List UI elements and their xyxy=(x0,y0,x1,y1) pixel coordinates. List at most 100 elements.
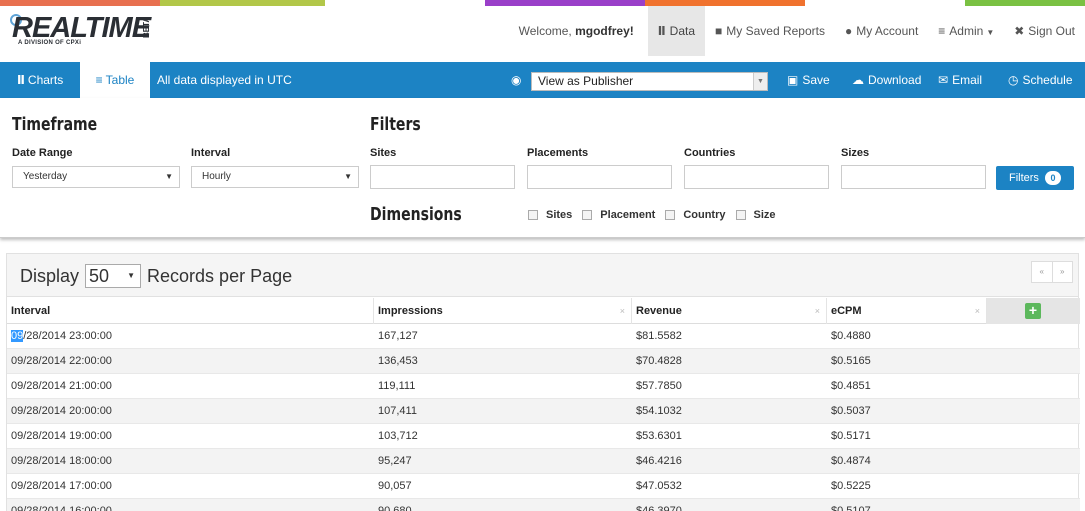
column-header-revenue[interactable]: Revenue × xyxy=(632,298,827,324)
view-as-value: View as Publisher xyxy=(538,74,634,88)
country-checkbox[interactable] xyxy=(665,210,676,220)
revenue-cell: $47.0532 xyxy=(636,480,682,492)
placement-checkbox-label: Placement xyxy=(600,209,656,221)
interval-cell: 09/28/2014 16:00:00 xyxy=(11,505,112,511)
welcome-prefix: Welcome, xyxy=(518,24,576,38)
size-checkbox-label: Size xyxy=(753,209,776,221)
column-header-impressions-label: Impressions xyxy=(378,305,443,317)
column-header-interval[interactable]: Interval xyxy=(7,298,374,324)
column-header-impressions[interactable]: Impressions × xyxy=(374,298,632,324)
add-column-button[interactable]: + xyxy=(1025,303,1041,319)
schedule-label: Schedule xyxy=(1022,73,1073,87)
size-checkbox[interactable] xyxy=(735,210,746,220)
logo-beta: BETA xyxy=(142,16,151,38)
countries-filter-input[interactable] xyxy=(684,165,829,189)
table-header: Interval Impressions × Revenue × eCPM × + xyxy=(7,298,1080,324)
nav-sign-out-label: Sign Out xyxy=(1028,24,1075,38)
nav-saved-reports[interactable]: ■ My Saved Reports xyxy=(705,6,835,56)
sizes-label: Sizes xyxy=(841,147,870,159)
records-header: Display 50 ▼ Records per Page « » xyxy=(7,254,1078,297)
column-header-ecpm[interactable]: eCPM × xyxy=(827,298,987,324)
interval-cell: 09/28/2014 17:00:00 xyxy=(11,480,112,492)
placements-filter-input[interactable] xyxy=(527,165,672,189)
top-navbar: REALTIME BETA A DIVISION OF CPXi Welcome… xyxy=(0,6,1085,56)
impressions-cell: 119,111 xyxy=(378,380,416,392)
view-as-select[interactable]: View as Publisher ▼ xyxy=(531,72,768,91)
nav-my-account[interactable]: ● My Account xyxy=(835,6,928,56)
ecpm-cell: $0.5165 xyxy=(831,355,871,367)
filters-button-label: Filters xyxy=(1008,172,1039,184)
revenue-cell: $46.4216 xyxy=(636,455,682,467)
tab-charts-label: Charts xyxy=(27,73,64,87)
clock-icon: ◷ xyxy=(1008,73,1019,87)
interval-cell: 09/28/2014 22:00:00 xyxy=(11,355,112,367)
table-row: 09/28/2014 18:00:00 95,247 $46.4216 $0.4874 xyxy=(7,449,1080,474)
interval-label: Interval xyxy=(191,147,231,159)
country-checkbox-label: Country xyxy=(683,209,726,221)
data-table: Interval Impressions × Revenue × eCPM × + 0… xyxy=(7,298,1080,511)
download-button[interactable]: ☁ Download xyxy=(852,62,921,98)
impressions-cell: 95,247 xyxy=(378,455,412,467)
filters-button[interactable]: Filters 0 xyxy=(996,166,1074,190)
nav-sign-out[interactable]: ✖ Sign Out xyxy=(1004,6,1085,56)
records-per-page-control: Display 50 ▼ Records per Page xyxy=(20,264,292,288)
sites-checkbox[interactable] xyxy=(528,210,538,220)
revenue-cell: $54.1032 xyxy=(636,405,682,417)
impressions-cell: 103,712 xyxy=(378,430,418,442)
sizes-filter-input[interactable] xyxy=(841,165,986,189)
save-label: Save xyxy=(802,73,830,87)
save-button[interactable]: ▣ Save xyxy=(787,62,830,98)
dimensions-title: Dimensions xyxy=(370,204,462,225)
logo-subtitle: A DIVISION OF CPXi xyxy=(18,40,82,46)
tab-charts[interactable]: Ⅱ Charts xyxy=(17,62,63,98)
menu-icon: ≡ xyxy=(938,24,946,38)
table-row: 09/28/2014 21:00:00 119,111 $57.7850 $0.485… xyxy=(7,374,1080,399)
column-header-ecpm-label: eCPM xyxy=(831,305,862,317)
interval-cell: 09/28/2014 23:00:00 xyxy=(11,330,112,342)
records-per-page-value: 50 xyxy=(89,266,110,286)
realtime-logo[interactable]: REALTIME BETA A DIVISION OF CPXi xyxy=(10,10,170,50)
eye-icon: ◉ xyxy=(511,73,522,87)
welcome-message: Welcome, mgodfrey! xyxy=(505,6,648,56)
tab-table-label: Table xyxy=(105,73,135,87)
placements-label: Placements xyxy=(527,147,589,159)
nav-data[interactable]: Ⅱ Data xyxy=(647,6,706,56)
revenue-cell: $46.3970 xyxy=(636,505,682,511)
nav-admin-dropdown[interactable]: ≡ Admin ▼ xyxy=(928,6,1004,56)
date-range-select[interactable]: Yesterday ▼ xyxy=(12,166,180,188)
revenue-cell: $57.7850 xyxy=(636,380,682,392)
remove-column-icon[interactable]: × xyxy=(620,298,625,324)
pagination: « » xyxy=(1031,261,1073,283)
placement-checkbox[interactable] xyxy=(582,210,593,220)
schedule-button[interactable]: ◷ Schedule xyxy=(1008,62,1073,98)
caret-down-icon: ▼ xyxy=(344,172,352,181)
ecpm-cell: $0.5171 xyxy=(831,430,871,442)
sites-filter-input[interactable] xyxy=(370,165,515,189)
filters-title: Filters xyxy=(370,114,421,135)
revenue-cell: $70.4828 xyxy=(636,355,682,367)
records-per-page-select[interactable]: 50 ▼ xyxy=(85,264,142,288)
pager-next-button[interactable]: » xyxy=(1053,262,1073,282)
impressions-cell: 136,453 xyxy=(378,355,418,367)
sites-checkbox-label: Sites xyxy=(546,209,573,221)
remove-column-icon[interactable]: × xyxy=(815,298,820,324)
countries-label: Countries xyxy=(684,147,736,159)
impressions-cell: 107,411 xyxy=(378,405,417,417)
tab-table[interactable]: ≡ Table xyxy=(80,62,150,98)
pager-prev-button[interactable]: « xyxy=(1032,262,1053,282)
save-icon: ▣ xyxy=(787,73,799,87)
table-row: 09/28/2014 23:00:00 167,127 $81.5582 $0.488… xyxy=(7,324,1080,349)
nav-my-account-label: My Account xyxy=(856,24,919,38)
email-label: Email xyxy=(952,73,983,87)
remove-column-icon[interactable]: × xyxy=(975,298,980,324)
interval-select[interactable]: Hourly ▼ xyxy=(191,166,359,188)
download-label: Download xyxy=(868,73,922,87)
email-button[interactable]: ✉ Email xyxy=(938,62,982,98)
close-icon: ✖ xyxy=(1014,24,1025,38)
records-panel: Display 50 ▼ Records per Page « » Interva… xyxy=(6,253,1080,511)
interval-cell: 09/28/2014 21:00:00 xyxy=(11,380,112,392)
filters-count-badge: 0 xyxy=(1045,171,1061,185)
file-icon: ■ xyxy=(715,24,723,38)
column-header-revenue-label: Revenue xyxy=(636,305,682,317)
column-header-interval-label: Interval xyxy=(11,305,51,317)
